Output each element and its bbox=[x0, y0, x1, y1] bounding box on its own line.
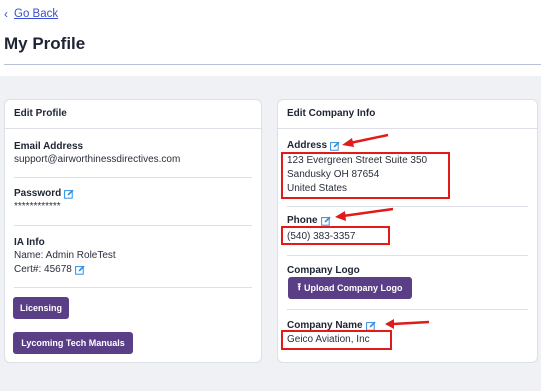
edit-phone-icon[interactable] bbox=[320, 216, 331, 226]
address-annotation-arrow bbox=[342, 133, 389, 147]
lycoming-tech-manuals-button[interactable]: Lycoming Tech Manuals bbox=[13, 332, 133, 354]
go-back-label: Go Back bbox=[14, 8, 59, 20]
page-header: ‹ Go Back My Profile bbox=[0, 0, 541, 76]
address-highlight-box bbox=[281, 152, 450, 199]
address-label: Address bbox=[287, 140, 328, 151]
divider bbox=[14, 177, 252, 178]
upload-button-label: Upload Company Logo bbox=[304, 283, 403, 293]
divider bbox=[287, 206, 528, 207]
email-section: Email Address support@airworthinessdirec… bbox=[14, 140, 252, 167]
header-divider bbox=[4, 64, 541, 65]
edit-profile-card: Edit Profile Email Address support@airwo… bbox=[4, 99, 262, 363]
password-section: Password ************ bbox=[14, 187, 252, 214]
edit-password-icon[interactable] bbox=[64, 189, 74, 199]
password-value: ************ bbox=[14, 201, 61, 212]
company-name-annotation-arrow bbox=[385, 319, 430, 329]
email-value: support@airworthinessdirectives.com bbox=[14, 154, 181, 165]
password-label: Password bbox=[14, 188, 62, 199]
edit-company-name-icon[interactable] bbox=[365, 321, 376, 331]
ia-info-section: IA Info Name: Admin RoleTest Cert#: 4567… bbox=[14, 236, 252, 277]
phone-annotation-arrow bbox=[335, 207, 394, 221]
ia-cert: Cert#: 45678 bbox=[14, 264, 72, 275]
go-back-link[interactable]: ‹ Go Back bbox=[4, 8, 58, 20]
divider bbox=[14, 287, 252, 288]
company-logo-section: Company Logo bbox=[287, 264, 528, 277]
upload-icon: ⭱ bbox=[297, 281, 302, 293]
divider bbox=[287, 309, 528, 310]
email-label: Email Address bbox=[14, 141, 84, 152]
page-title: My Profile bbox=[4, 34, 86, 53]
edit-ia-icon[interactable] bbox=[74, 265, 85, 275]
divider bbox=[14, 225, 252, 226]
ia-info-label: IA Info bbox=[14, 237, 45, 248]
edit-profile-header: Edit Profile bbox=[5, 100, 261, 129]
divider bbox=[287, 255, 528, 256]
licensing-button[interactable]: Licensing bbox=[13, 297, 69, 319]
chevron-left-icon: ‹ bbox=[4, 7, 8, 21]
edit-address-icon[interactable] bbox=[330, 141, 340, 151]
upload-company-logo-button[interactable]: ⭱ Upload Company Logo bbox=[288, 277, 412, 299]
phone-highlight-box bbox=[281, 226, 390, 245]
company-logo-label: Company Logo bbox=[287, 265, 360, 276]
edit-company-header: Edit Company Info bbox=[278, 100, 537, 129]
company-name-highlight-box bbox=[281, 330, 392, 350]
ia-name: Name: Admin RoleTest bbox=[14, 250, 116, 261]
